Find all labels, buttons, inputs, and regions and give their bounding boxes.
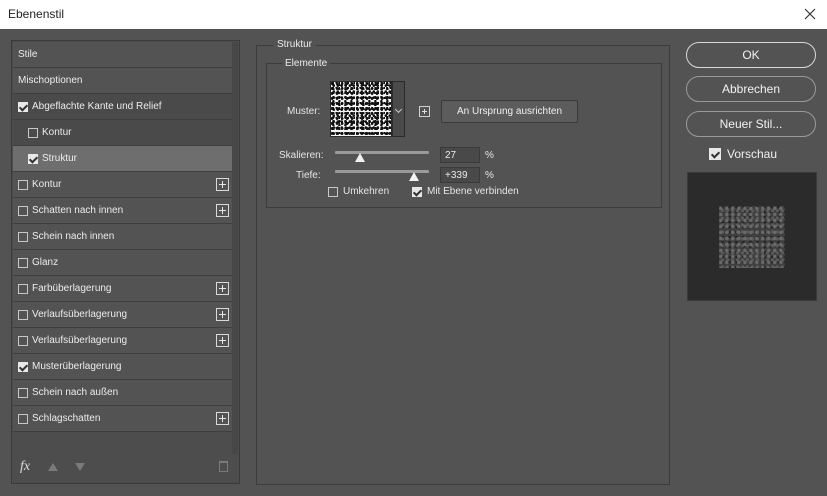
add-effect-icon[interactable] — [216, 308, 229, 321]
style-preview — [687, 172, 817, 301]
sidebar-item-checkbox[interactable] — [18, 387, 28, 398]
add-effect-icon[interactable] — [216, 412, 229, 425]
trash-icon[interactable] — [219, 461, 228, 472]
muster-label: Muster: — [287, 106, 321, 117]
depth-slider-thumb[interactable] — [408, 172, 419, 181]
sidebar-item-label: Verlaufsüberlagerung — [32, 309, 128, 320]
sidebar-item[interactable]: Glanz — [13, 250, 233, 276]
sidebar-item[interactable]: Abgeflachte Kante und Relief — [13, 94, 233, 120]
sidebar-item-checkbox[interactable] — [18, 179, 28, 190]
scale-input[interactable]: 27 — [440, 147, 480, 163]
sidebar-item-label: Struktur — [42, 153, 78, 164]
sidebar-item[interactable]: Schein nach innen — [13, 224, 233, 250]
scale-slider[interactable] — [335, 151, 429, 154]
sidebar-item[interactable]: Stile — [13, 42, 233, 68]
depth-input[interactable]: +339 — [440, 167, 480, 183]
sidebar-item-checkbox[interactable] — [18, 361, 28, 372]
chevron-down-icon[interactable] — [392, 81, 405, 137]
sidebar-item-checkbox[interactable] — [28, 153, 38, 164]
sidebar-item-label: Abgeflachte Kante und Relief — [32, 101, 162, 112]
preview-swatch — [719, 206, 785, 268]
sidebar-item[interactable]: Struktur — [13, 146, 233, 172]
link-with-layer-checkbox[interactable]: Mit Ebene verbinden — [412, 186, 519, 197]
sidebar-item-label: Schein nach außen — [32, 387, 119, 398]
styles-list: Stile Mischoptionen Abgeflachte Kante und … — [13, 42, 233, 432]
umkehren-checkbox[interactable]: Umkehren — [328, 186, 389, 197]
sidebar-item-label: Schein nach innen — [32, 231, 115, 242]
sidebar-item[interactable]: Mischoptionen — [13, 68, 233, 94]
sidebar-item[interactable]: Kontur — [13, 172, 233, 198]
title-bar: Ebenenstil — [0, 0, 827, 29]
sidebar-item[interactable]: Kontur — [13, 120, 233, 146]
sidebar-item-label: Kontur — [32, 179, 62, 190]
sidebar-item-checkbox[interactable] — [28, 127, 38, 138]
sidebar-item-label: Schlagschatten — [32, 413, 101, 424]
sidebar-item-checkbox[interactable] — [18, 309, 28, 320]
sidebar-item-checkbox[interactable] — [18, 101, 28, 112]
move-up-icon[interactable] — [48, 463, 58, 471]
sidebar-item[interactable]: Musterüberlagerung — [13, 354, 233, 380]
sidebar-item[interactable]: Farbüberlagerung — [13, 276, 233, 302]
elemente-title: Elemente — [282, 58, 331, 69]
sidebar-item-label: Glanz — [32, 257, 59, 268]
close-icon[interactable] — [801, 5, 819, 23]
sidebar-item-checkbox[interactable] — [18, 283, 28, 294]
sidebar-item-label: Schatten nach innen — [32, 205, 124, 216]
cancel-button[interactable]: Abbrechen — [686, 76, 816, 102]
sidebar-item-label: Verlaufsüberlagerung — [32, 335, 128, 346]
link-with-layer-checkbox-box[interactable] — [412, 186, 422, 197]
sidebar-item-label: Musterüberlagerung — [32, 361, 122, 372]
preview-checkbox[interactable]: Vorschau — [709, 147, 777, 161]
skalieren-label: Skalieren: — [279, 150, 324, 161]
tiefe-label: Tiefe: — [296, 170, 321, 181]
pattern-swatch[interactable] — [330, 81, 392, 137]
new-preset-icon[interactable] — [419, 106, 430, 117]
styles-panel: Stile Mischoptionen Abgeflachte Kante und … — [11, 40, 240, 484]
sidebar-item-checkbox[interactable] — [18, 257, 28, 268]
sidebar-item[interactable]: Schein nach außen — [13, 380, 233, 406]
sidebar-item-checkbox[interactable] — [18, 205, 28, 216]
add-effect-icon[interactable] — [216, 204, 229, 217]
new-style-button[interactable]: Neuer Stil... — [686, 111, 816, 137]
sidebar-item-label: Farbüberlagerung — [32, 283, 112, 294]
move-down-icon[interactable] — [75, 463, 85, 471]
sidebar-item[interactable]: Schatten nach innen — [13, 198, 233, 224]
sidebar-item-label: Kontur — [42, 127, 72, 138]
styles-scrollbar[interactable] — [232, 42, 238, 454]
window-title: Ebenenstil — [8, 7, 65, 21]
sidebar-item[interactable]: Verlaufsüberlagerung — [13, 328, 233, 354]
link-with-layer-label: Mit Ebene verbinden — [427, 186, 519, 197]
sidebar-item[interactable]: Schlagschatten — [13, 406, 233, 432]
ok-button[interactable]: OK — [686, 42, 816, 68]
depth-percent: % — [485, 170, 494, 181]
preview-label: Vorschau — [727, 147, 778, 161]
add-effect-icon[interactable] — [216, 334, 229, 347]
add-effect-icon[interactable] — [216, 282, 229, 295]
umkehren-checkbox-box[interactable] — [328, 186, 338, 197]
sidebar-item-label: Stile — [18, 49, 38, 60]
sidebar-item-label: Mischoptionen — [18, 75, 83, 86]
scale-slider-thumb[interactable] — [355, 153, 366, 162]
styles-toolbar: fx — [12, 453, 239, 483]
preview-checkbox-box[interactable] — [709, 148, 721, 160]
umkehren-label: Umkehren — [343, 186, 390, 197]
sidebar-item[interactable]: Verlaufsüberlagerung — [13, 302, 233, 328]
snap-to-origin-button[interactable]: An Ursprung ausrichten — [441, 100, 578, 123]
sidebar-item-checkbox[interactable] — [18, 413, 28, 424]
fx-icon[interactable]: fx — [20, 459, 30, 475]
add-effect-icon[interactable] — [216, 178, 229, 191]
scale-percent: % — [485, 150, 494, 161]
sidebar-item-checkbox[interactable] — [18, 231, 28, 242]
struktur-title: Struktur — [273, 39, 317, 50]
sidebar-item-checkbox[interactable] — [18, 335, 28, 346]
